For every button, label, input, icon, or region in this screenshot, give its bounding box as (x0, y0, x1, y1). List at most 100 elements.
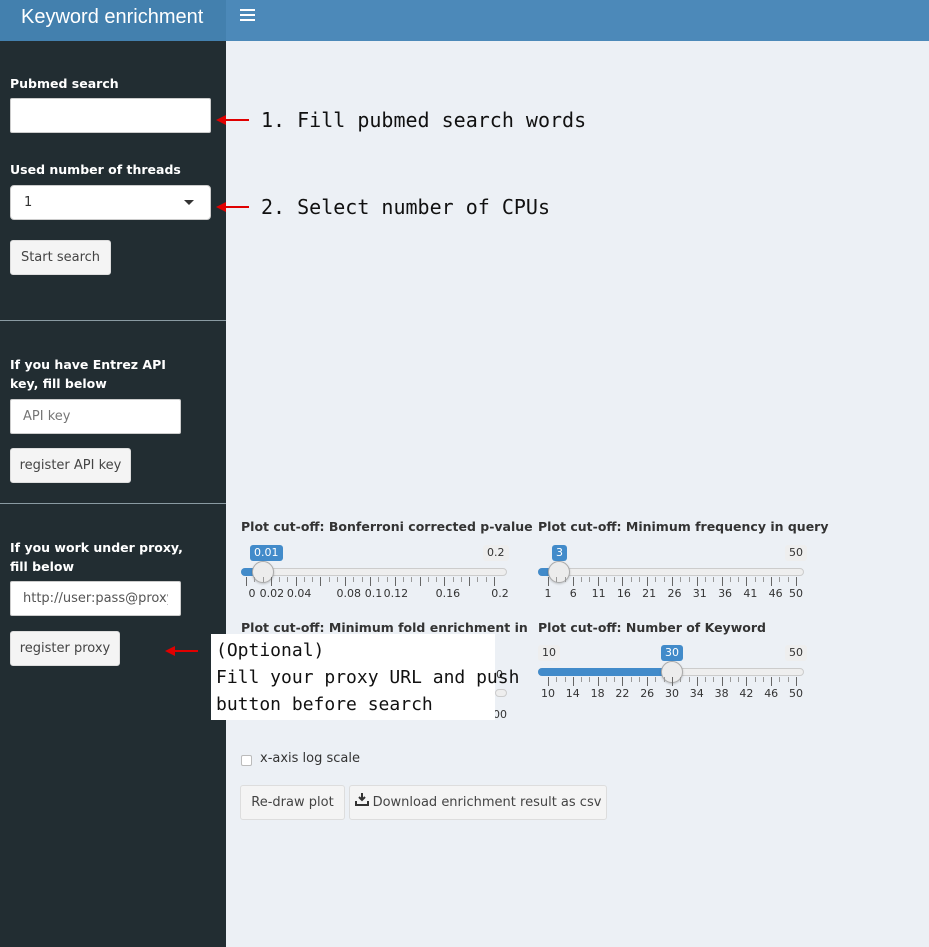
slider-tick (477, 577, 479, 582)
download-csv-label: Download enrichment result as csv (372, 795, 602, 810)
slider-tick (630, 677, 632, 682)
slider-tick (564, 677, 566, 682)
slider-tick (548, 577, 549, 586)
slider-tick-label: 10 (541, 687, 555, 700)
slider-tick (672, 577, 673, 586)
slider-tick (556, 577, 558, 582)
app-title: Keyword enrichment (0, 0, 226, 41)
redraw-plot-button[interactable]: Re-draw plot (240, 785, 345, 820)
slider-tick (746, 577, 748, 586)
slider-tick (597, 677, 599, 686)
slider-tick (469, 577, 471, 586)
optional-note-line1: (Optional) (216, 640, 325, 661)
slider-tick (444, 577, 446, 586)
slider-tick-label: 38 (714, 687, 729, 700)
slider-tick (411, 577, 413, 582)
slider-tick (787, 677, 789, 682)
slider-tick-label: 0.08 (336, 587, 361, 600)
minfreq-max-badge: 50 (785, 545, 807, 561)
slider-tick-label: 0.16 (435, 587, 461, 600)
optional-note-line2: Fill your proxy URL and push (216, 667, 520, 688)
slider-tick (378, 577, 380, 582)
numkeyword-current-badge: 30 (661, 645, 683, 661)
slider-tick (796, 577, 797, 586)
slider-tick (386, 577, 388, 582)
slider-tick-label: 36 (718, 587, 733, 600)
download-csv-button[interactable]: Download enrichment result as csv (349, 785, 607, 820)
slider-tick (647, 677, 649, 686)
slider-tick (622, 677, 624, 686)
slider-tick (403, 577, 405, 582)
slider-tick (680, 677, 682, 682)
minfreq-slider-title: Plot cut-off: Minimum frequency in query (538, 519, 829, 534)
foldenrich-slider-title: Plot cut-off: Minimum fold enrichment in (241, 620, 528, 635)
slider-tick (638, 577, 640, 582)
slider-tick (655, 577, 657, 582)
minfreq-current-badge: 3 (552, 545, 567, 561)
slider-tick (287, 577, 289, 582)
slider-tick-label: 22 (615, 687, 630, 700)
slider-tick (721, 577, 723, 586)
sidebar-toggle-icon[interactable] (240, 9, 255, 23)
slider-tick (581, 577, 583, 582)
foldenrich-slider-track[interactable] (495, 689, 507, 697)
top-header: Keyword enrichment (0, 0, 929, 41)
slider-tick (270, 577, 272, 586)
slider-tick (394, 577, 396, 586)
slider-tick (370, 577, 371, 586)
slider-tick (427, 577, 429, 582)
sidebar-divider (0, 503, 226, 504)
numkeyword-slider-fill (538, 668, 672, 676)
optional-proxy-note: (Optional) Fill your proxy URL and push … (211, 634, 519, 720)
slider-tick-label: 6 (569, 587, 577, 600)
proxy-label: If you work under proxy, fill below (10, 540, 183, 574)
arrow-line (174, 650, 198, 652)
slider-tick (721, 677, 723, 686)
pubmed-search-input[interactable] (10, 98, 211, 133)
slider-tick (688, 577, 690, 582)
proxy-input[interactable] (10, 581, 181, 616)
slider-tick (705, 577, 707, 582)
start-search-button[interactable]: Start search (10, 240, 111, 275)
pvalue-slider-track[interactable] (241, 568, 507, 576)
slider-tick (746, 677, 748, 686)
slider-tick (779, 577, 781, 582)
slider-tick (436, 577, 438, 582)
slider-tick (345, 577, 347, 586)
slider-tick (262, 577, 264, 582)
log-scale-checkbox[interactable] (241, 755, 252, 766)
slider-tick (548, 677, 549, 686)
slider-tick-label: 18 (590, 687, 605, 700)
slider-tick (452, 577, 454, 582)
slider-tick-label: 30 (665, 687, 679, 700)
slider-tick (614, 577, 616, 582)
slider-tick-label: 0.12 (383, 587, 409, 600)
slider-tick-label: 14 (565, 687, 580, 700)
slider-tick (564, 577, 566, 582)
slider-tick (688, 677, 690, 682)
foldenrich-tick-label: 00 (493, 708, 507, 721)
slider-tick (328, 577, 330, 582)
sidebar: Pubmed search Used number of threads 1 S… (0, 41, 226, 947)
slider-tick-label: 21 (642, 587, 657, 600)
slider-tick (713, 577, 715, 582)
slider-tick (303, 577, 305, 582)
register-api-key-button[interactable]: register API key (10, 448, 131, 483)
arrow-line (225, 119, 249, 121)
minfreq-slider-track[interactable] (538, 568, 804, 576)
register-proxy-button[interactable]: register proxy (10, 631, 120, 666)
slider-tick (572, 677, 574, 686)
slider-tick-label: 0.2 (491, 587, 509, 600)
slider-tick-label: 0.1 (364, 587, 383, 600)
slider-tick (295, 577, 297, 586)
slider-tick (779, 677, 781, 682)
threads-select[interactable]: 1 (10, 185, 211, 220)
step1-annotation: 1. Fill pubmed search words (261, 108, 587, 132)
api-key-input[interactable] (10, 399, 181, 434)
slider-tick-label: 41 (743, 587, 758, 600)
slider-tick (336, 577, 338, 582)
numkeyword-slider-title: Plot cut-off: Number of Keyword (538, 620, 766, 635)
slider-tick-label: 16 (616, 587, 631, 600)
slider-tick (556, 677, 558, 682)
slider-tick (494, 577, 495, 586)
